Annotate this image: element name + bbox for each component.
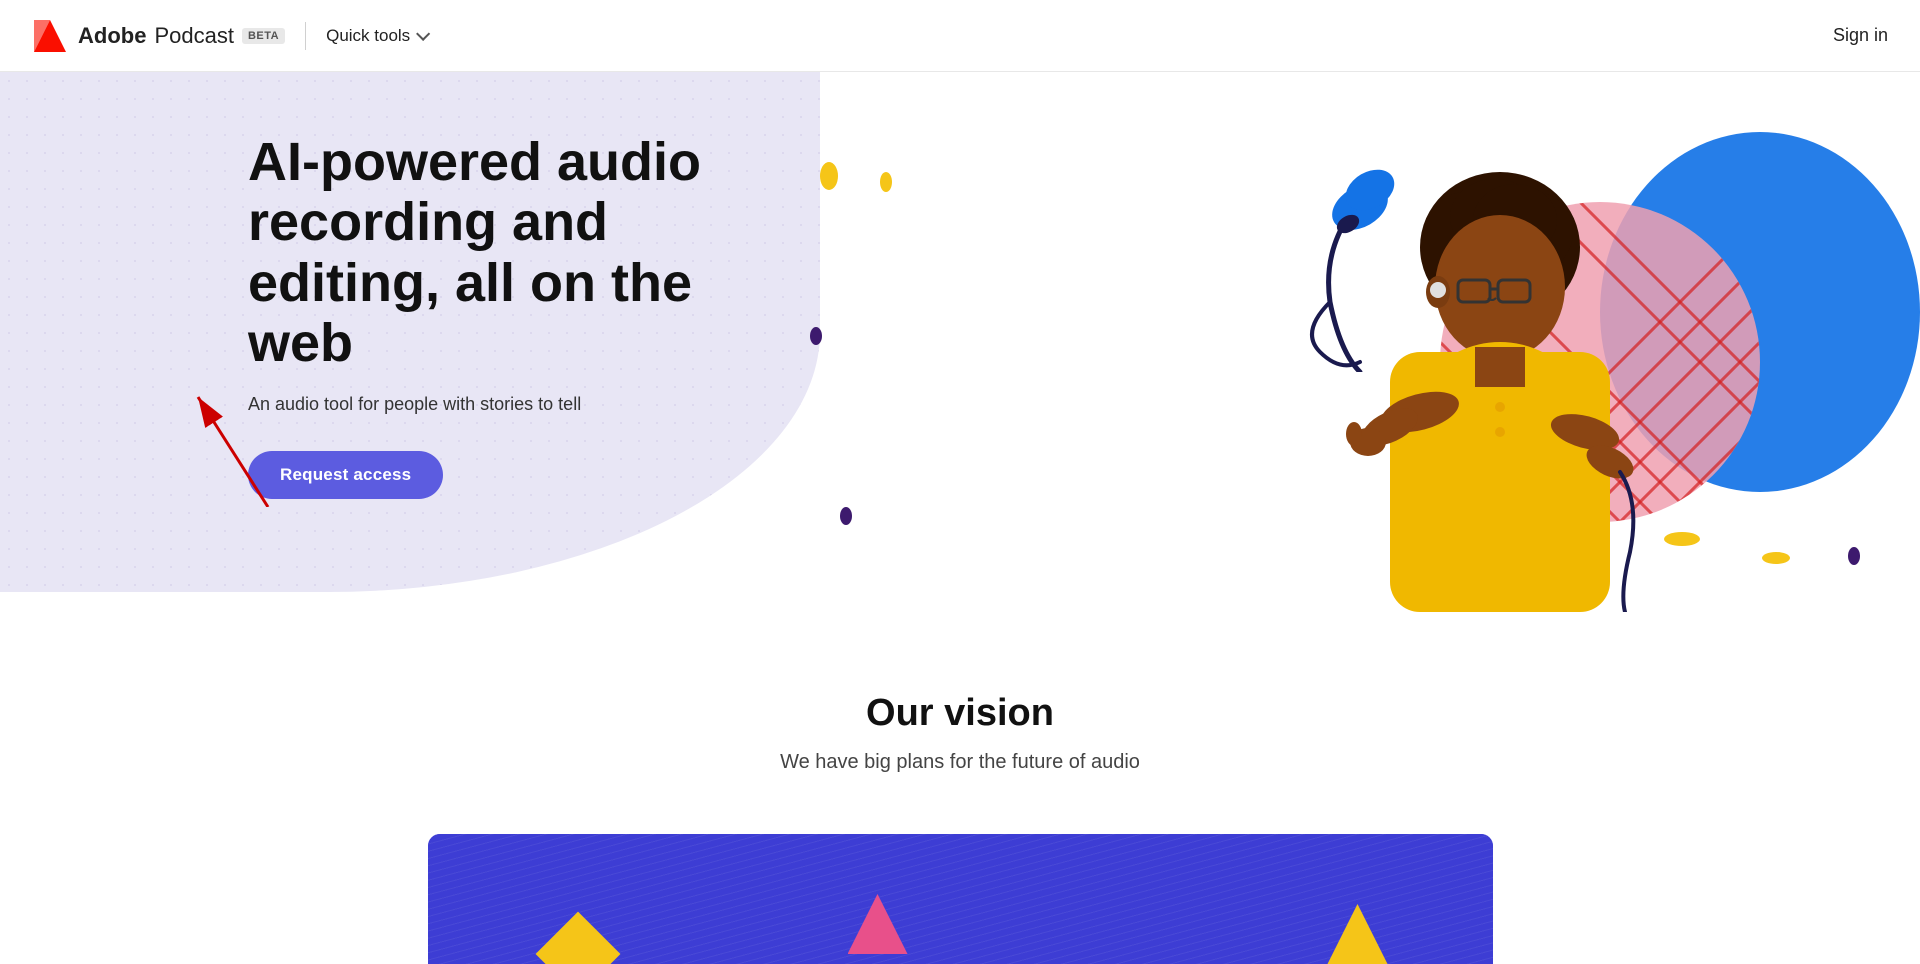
- bottom-preview-section: [428, 834, 1493, 964]
- deco-dot-yellow-3: [1762, 552, 1790, 564]
- adobe-logo-icon: [32, 18, 68, 54]
- arrow-annotation: [178, 377, 288, 512]
- hero-content: AI-powered audio recording and editing, …: [248, 132, 778, 499]
- quick-tools-button[interactable]: Quick tools: [326, 26, 426, 46]
- brand-adobe: Adobe: [78, 23, 146, 49]
- nav-divider: [305, 22, 306, 50]
- sign-in-button[interactable]: Sign in: [1833, 25, 1888, 46]
- deco-dot-purple-2: [840, 507, 852, 525]
- logo-link[interactable]: Adobe Podcast BETA: [32, 18, 285, 54]
- quick-tools-label: Quick tools: [326, 26, 410, 46]
- deco-dot-yellow-1: [820, 162, 838, 190]
- arrow-icon: [178, 377, 288, 507]
- beta-badge: BETA: [242, 28, 285, 44]
- deco-dot-yellow-4: [1664, 532, 1700, 546]
- vision-subtitle: We have big plans for the future of audi…: [0, 751, 1920, 774]
- deco-dot-purple-4: [1848, 547, 1860, 565]
- vision-title: Our vision: [0, 692, 1920, 735]
- hero-title: AI-powered audio recording and editing, …: [248, 132, 778, 374]
- brand-podcast: Podcast: [154, 23, 234, 49]
- vision-section: Our vision We have big plans for the fut…: [0, 612, 1920, 834]
- deco-dot-yellow-2: [880, 172, 892, 192]
- navbar: Adobe Podcast BETA Quick tools Sign in: [0, 0, 1920, 72]
- deco-dot-purple-1: [810, 327, 822, 345]
- hero-subtitle: An audio tool for people with stories to…: [248, 394, 778, 415]
- hero-section: AI-powered audio recording and editing, …: [0, 72, 1920, 612]
- brand-name: Adobe Podcast BETA: [78, 23, 285, 49]
- mic-illustration: [1230, 152, 1430, 372]
- chevron-down-icon: [416, 26, 430, 40]
